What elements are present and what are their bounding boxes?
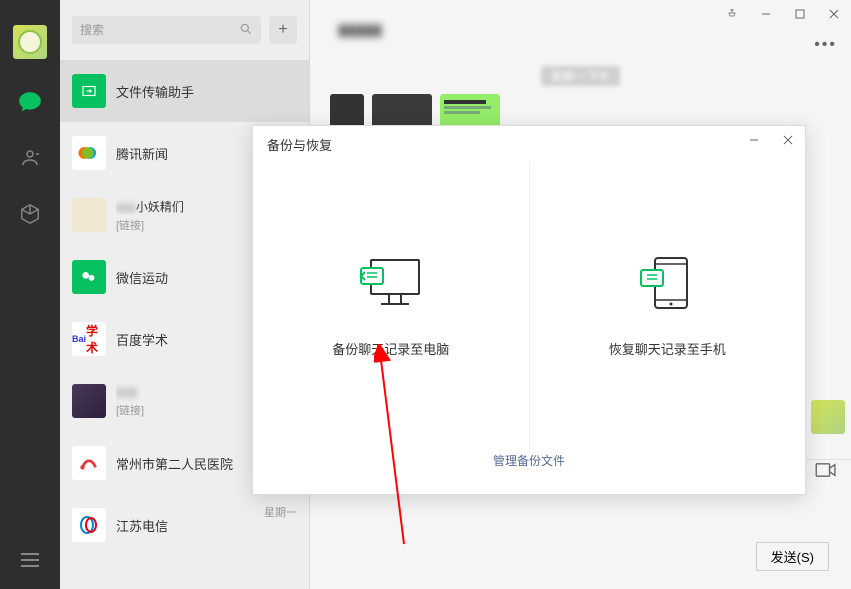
chat-avatar-icon xyxy=(72,508,106,542)
minimize-icon[interactable] xyxy=(749,0,783,28)
phone-icon xyxy=(635,256,699,315)
search-icon xyxy=(239,22,253,39)
chat-icon[interactable] xyxy=(17,89,43,115)
chat-title: ▮▮▮▮▮ xyxy=(338,20,382,40)
chat-avatar-icon xyxy=(72,74,106,108)
maximize-icon[interactable] xyxy=(783,0,817,28)
close-icon[interactable] xyxy=(817,0,851,28)
user-avatar[interactable] xyxy=(13,25,47,59)
restore-to-phone-option[interactable]: 恢复聊天记录至手机 xyxy=(530,162,806,452)
window-controls xyxy=(715,0,851,28)
manage-backup-link[interactable]: 管理备份文件 xyxy=(493,454,565,468)
backup-to-pc-option[interactable]: 备份聊天记录至电脑 xyxy=(253,162,530,452)
chat-item[interactable] xyxy=(60,556,309,576)
dialog-title: 备份与恢复 xyxy=(267,135,332,154)
search-input[interactable] xyxy=(80,23,239,37)
chat-avatar-icon xyxy=(72,136,106,170)
contacts-icon[interactable] xyxy=(17,145,43,171)
send-button[interactable]: 发送(S) xyxy=(756,542,829,571)
chat-avatar-icon xyxy=(72,384,106,418)
more-icon[interactable]: ••• xyxy=(814,36,837,54)
computer-icon xyxy=(359,256,423,315)
dialog-header: 备份与恢复 xyxy=(253,126,805,162)
message-avatar[interactable] xyxy=(330,94,364,128)
chat-name: 文件传输助手 xyxy=(116,82,297,101)
pin-icon[interactable] xyxy=(715,0,749,28)
dialog-close-icon[interactable] xyxy=(771,126,805,154)
backup-restore-dialog: 备份与恢复 备份聊天记录至电脑 xyxy=(252,125,806,495)
chat-item-file-transfer[interactable]: 文件传输助手 xyxy=(60,60,309,122)
cube-icon[interactable] xyxy=(17,201,43,227)
titlebar: ▮▮▮▮▮ ••• xyxy=(310,0,851,60)
self-avatar[interactable] xyxy=(811,400,845,434)
chat-avatar-icon xyxy=(72,260,106,294)
menu-icon[interactable] xyxy=(17,547,43,573)
chat-avatar-icon xyxy=(72,446,106,480)
search-box[interactable] xyxy=(72,16,261,44)
chat-avatar-icon: Bai学术 xyxy=(72,322,106,356)
restore-label: 恢复聊天记录至手机 xyxy=(609,339,726,358)
chat-time: 星期一 xyxy=(264,504,297,520)
dialog-minimize-icon[interactable] xyxy=(737,126,771,154)
chat-name: 小妖精们 xyxy=(136,200,184,214)
nav-rail xyxy=(0,0,60,589)
add-button[interactable]: + xyxy=(269,16,297,44)
backup-label: 备份聊天记录至电脑 xyxy=(332,339,449,358)
chat-avatar-icon xyxy=(72,198,106,232)
chat-item-telecom[interactable]: 江苏电信 星期一 xyxy=(60,494,309,556)
date-pill: 星期一 下午 xyxy=(541,66,619,86)
